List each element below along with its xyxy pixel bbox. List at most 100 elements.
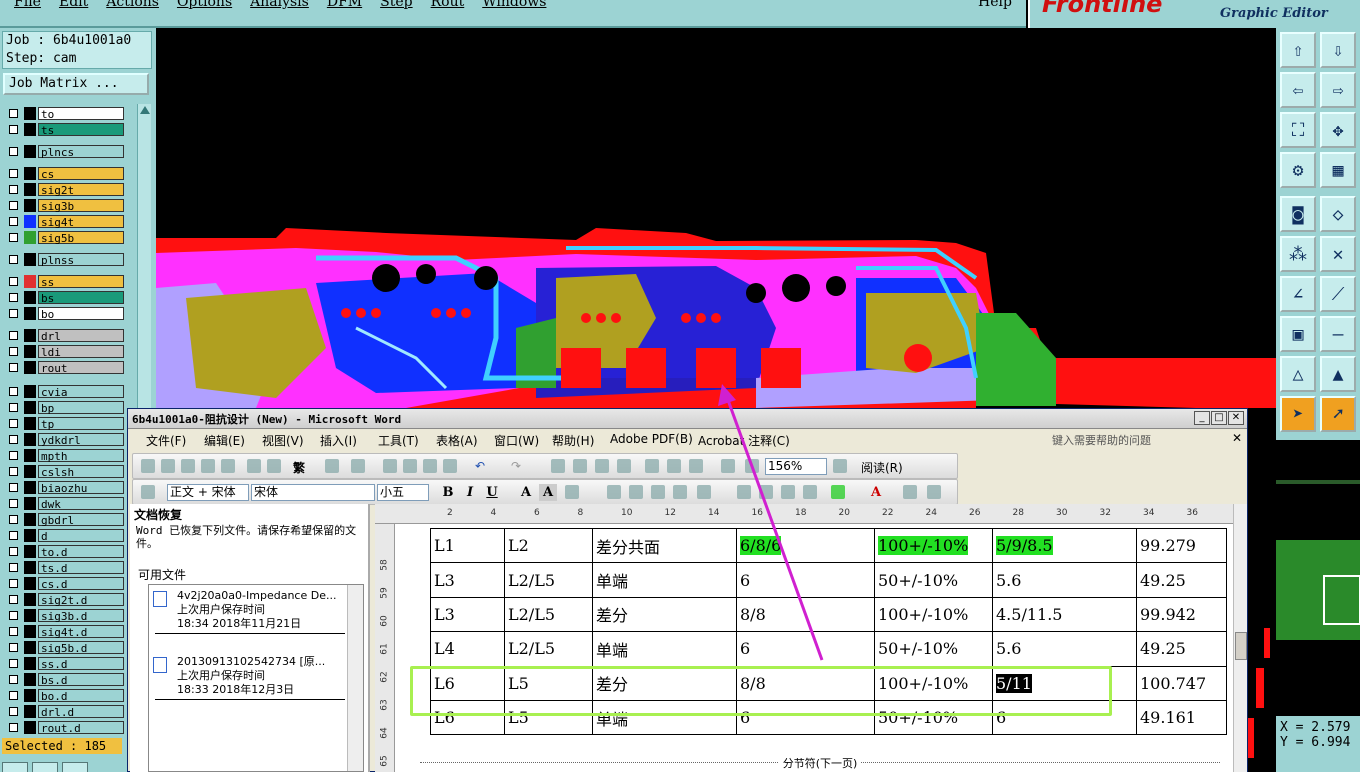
layer-row-ss[interactable]: ss bbox=[4, 274, 124, 289]
layer-row-bs-d[interactable]: bs.d bbox=[4, 672, 124, 687]
layer-checkbox[interactable] bbox=[9, 723, 18, 732]
menu-step[interactable]: Step bbox=[380, 0, 412, 10]
layer-row-sig4t[interactable]: sig4t bbox=[4, 214, 124, 229]
align-right-icon[interactable] bbox=[651, 485, 665, 499]
layer-checkbox[interactable] bbox=[9, 451, 18, 460]
bullets-icon[interactable] bbox=[759, 485, 773, 499]
bold-button[interactable]: B bbox=[439, 484, 457, 501]
minimize-icon[interactable]: _ bbox=[1194, 411, 1210, 425]
decrease-indent-icon[interactable] bbox=[781, 485, 795, 499]
word-menu-tools[interactable]: 工具(T) bbox=[378, 432, 419, 449]
layer-row-mpth[interactable]: mpth bbox=[4, 448, 124, 463]
word-menu-window[interactable]: 窗口(W) bbox=[494, 432, 539, 449]
word-menu-acrobat[interactable]: Acrobat 注释(C) bbox=[698, 432, 790, 449]
layer-row-ts[interactable]: ts bbox=[4, 122, 124, 137]
help-icon[interactable] bbox=[833, 459, 847, 473]
table-cell[interactable]: L2 bbox=[504, 527, 593, 564]
table-cell[interactable]: 6/8/6 bbox=[736, 527, 875, 564]
table-cell[interactable]: 100+/-10% bbox=[874, 596, 993, 633]
tables-borders-icon[interactable] bbox=[573, 459, 587, 473]
document-area[interactable]: 2 4 6 8 10 12 14 16 18 20 22 24 26 28 30 32 34 36 58 59 60 6… bbox=[375, 504, 1247, 772]
menu-options[interactable]: Options bbox=[177, 0, 232, 10]
layer-row-cslsh[interactable]: cslsh bbox=[4, 464, 124, 479]
recovery-scrollbar[interactable] bbox=[347, 585, 363, 771]
zoom-center-icon[interactable]: ✥ bbox=[1320, 112, 1356, 148]
increase-indent-icon[interactable] bbox=[803, 485, 817, 499]
pan-down-icon[interactable]: ⇩ bbox=[1320, 32, 1356, 68]
tools-icon[interactable]: ⚙ bbox=[1280, 152, 1316, 188]
document-scrollbar[interactable] bbox=[1233, 504, 1247, 772]
layer-row-cs[interactable]: cs bbox=[4, 166, 124, 181]
table-cell[interactable]: L3 bbox=[430, 596, 505, 633]
table-cell[interactable]: 49.25 bbox=[1136, 631, 1227, 667]
menu-windows[interactable]: Windows bbox=[482, 0, 546, 10]
highlight-icon[interactable] bbox=[831, 485, 845, 499]
word-menu-adobe-pdf[interactable]: Adobe PDF(B) bbox=[610, 432, 693, 446]
paste-icon[interactable] bbox=[423, 459, 437, 473]
layer-row-drl[interactable]: drl bbox=[4, 328, 124, 343]
columns-icon[interactable] bbox=[645, 459, 659, 473]
table-cell[interactable]: 差分 bbox=[592, 596, 737, 633]
grid-icon[interactable]: ▦ bbox=[1320, 152, 1356, 188]
table-cell[interactable]: 99.942 bbox=[1136, 596, 1227, 633]
table-cell[interactable]: 49.161 bbox=[1136, 699, 1227, 736]
horizontal-ruler[interactable]: 2 4 6 8 10 12 14 16 18 20 22 24 26 28 30 32 34 36 bbox=[375, 504, 1233, 524]
open-icon[interactable] bbox=[161, 459, 175, 473]
layer-row-ts-d[interactable]: ts.d bbox=[4, 560, 124, 575]
align-left-icon[interactable] bbox=[607, 485, 621, 499]
peak-icon[interactable]: ▲ bbox=[1320, 356, 1356, 392]
layer-checkbox[interactable] bbox=[9, 147, 18, 156]
recovery-file[interactable]: 20130913102542734 [原... 上次用户保存时间 18:33 2… bbox=[153, 655, 345, 700]
layer-checkbox[interactable] bbox=[9, 707, 18, 716]
shape-icon[interactable]: ◇ bbox=[1320, 196, 1356, 232]
word-menu-table[interactable]: 表格(A) bbox=[436, 432, 478, 449]
font-color-button[interactable]: A bbox=[867, 484, 885, 501]
permission-icon[interactable] bbox=[201, 459, 215, 473]
layer-row-drl-d[interactable]: drl.d bbox=[4, 704, 124, 719]
table-cell[interactable]: L4 bbox=[430, 631, 505, 667]
layer-checkbox[interactable] bbox=[9, 403, 18, 412]
copy-icon[interactable] bbox=[403, 459, 417, 473]
table-cell[interactable]: L2/L5 bbox=[504, 631, 593, 667]
bottom-button-1[interactable] bbox=[2, 762, 28, 772]
layer-row-cs-d[interactable]: cs.d bbox=[4, 576, 124, 591]
underline-button[interactable]: U bbox=[483, 484, 501, 501]
layer-checkbox[interactable] bbox=[9, 595, 18, 604]
layer-checkbox[interactable] bbox=[9, 531, 18, 540]
snapshot-icon[interactable]: ◙ bbox=[1280, 196, 1316, 232]
pilcrow-icon[interactable] bbox=[745, 459, 759, 473]
line-icon[interactable]: — bbox=[1320, 316, 1356, 352]
styles-icon[interactable] bbox=[141, 485, 155, 499]
align-center-icon[interactable] bbox=[629, 485, 643, 499]
redo-icon[interactable]: ↷ bbox=[511, 459, 521, 473]
cut-icon[interactable] bbox=[383, 459, 397, 473]
layer-checkbox[interactable] bbox=[9, 125, 18, 134]
table-cell[interactable]: 5/9/8.5 bbox=[992, 527, 1137, 564]
layer-row-ydkdrl[interactable]: ydkdrl bbox=[4, 432, 124, 447]
layer-checkbox[interactable] bbox=[9, 483, 18, 492]
justify-icon[interactable] bbox=[673, 485, 687, 499]
layer-checkbox[interactable] bbox=[9, 691, 18, 700]
table-cell[interactable]: 8/8 bbox=[736, 596, 875, 633]
drawing-icon[interactable] bbox=[667, 459, 681, 473]
layer-checkbox[interactable] bbox=[9, 109, 18, 118]
print-icon[interactable] bbox=[247, 459, 261, 473]
layer-checkbox[interactable] bbox=[9, 467, 18, 476]
table-cell[interactable]: L2/L5 bbox=[504, 596, 593, 633]
layer-checkbox[interactable] bbox=[9, 627, 18, 636]
table-cell[interactable]: 单端 bbox=[592, 631, 737, 667]
table-cell[interactable]: 100.747 bbox=[1136, 665, 1227, 701]
table-cell[interactable]: 6 bbox=[736, 562, 875, 598]
format-painter-icon[interactable] bbox=[443, 459, 457, 473]
layer-checkbox[interactable] bbox=[9, 293, 18, 302]
layer-row-bs[interactable]: bs bbox=[4, 290, 124, 305]
layer-row-dwk[interactable]: dwk bbox=[4, 496, 124, 511]
pointer-icon[interactable]: ➚ bbox=[1320, 396, 1356, 432]
research-icon[interactable] bbox=[351, 459, 365, 473]
layer-checkbox[interactable] bbox=[9, 201, 18, 210]
layer-row-rout-d[interactable]: rout.d bbox=[4, 720, 124, 735]
cross-icon[interactable]: ✕ bbox=[1320, 236, 1356, 272]
layer-checkbox[interactable] bbox=[9, 547, 18, 556]
layer-checkbox[interactable] bbox=[9, 419, 18, 428]
pad-icon[interactable]: ▣ bbox=[1280, 316, 1316, 352]
